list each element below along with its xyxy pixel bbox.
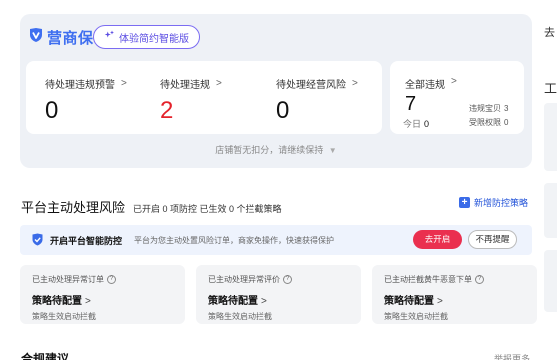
configure-strategy-link[interactable]: 策略待配置 > [208, 292, 267, 307]
help-icon[interactable]: ? [107, 275, 116, 284]
compliance-heading: 合规建议 [21, 352, 70, 360]
risk-overview-panel: 营商保 体验简约智能版 待处理违规预警 > 0 待处理违规 > 2 待处理经营风险 >… [20, 14, 532, 168]
smart-protection-description: 平台为您主动处置风险订单，商家免操作，快速获得保护 [134, 235, 334, 245]
smart-protection-banner: 开启平台智能防控 平台为您主动处置风险订单，商家免操作，快速获得保护 去开启 不… [20, 225, 532, 255]
total-violations-card[interactable]: 全部违规 > 7 今日 0 违规宝贝 3 受限权限 0 [390, 61, 524, 134]
breakdown-value: 0 [504, 118, 509, 127]
strategy-card-title: 已主动处理异常订单 [32, 275, 104, 284]
new-strategy-label: 新增防控策略 [474, 198, 529, 208]
configure-strategy-link[interactable]: 策略待配置 > [384, 292, 443, 307]
chevron-right-icon: > [261, 296, 267, 307]
shield-check-icon [31, 233, 44, 251]
strategy-card-reviews: 已主动处理异常评价? 策略待配置 > 策略生效启动拦截 [196, 265, 361, 324]
stat-business-risk[interactable]: 待处理经营风险 > 0 [276, 76, 358, 125]
more-link[interactable]: 举报更多 [494, 352, 530, 360]
stat-value: 2 [160, 97, 174, 124]
shield-v-icon [28, 27, 44, 48]
strategy-card-note: 策略生效启动拦截 [208, 312, 272, 321]
help-icon[interactable]: ? [475, 275, 484, 284]
caret-down-icon: ▼ [328, 146, 337, 155]
total-value: 7 [405, 93, 417, 115]
configure-strategy-link[interactable]: 策略待配置 > [32, 292, 91, 307]
violation-breakdown: 违规宝贝 3 受限权限 0 [469, 102, 508, 130]
chevron-right-icon: > [352, 78, 358, 89]
chevron-right-icon: > [121, 78, 127, 89]
right-edge-text: 去 [544, 27, 555, 39]
right-card [544, 183, 557, 238]
breakdown-label: 受限权限 [469, 118, 501, 127]
plus-icon: + [459, 197, 470, 208]
right-card [544, 103, 557, 171]
dont-remind-button[interactable]: 不再提醒 [468, 230, 517, 249]
strategy-card-orders: 已主动处理异常订单? 策略待配置 > 策略生效启动拦截 [20, 265, 185, 324]
section-header: 平台主动处理风险 已开启 0 项防控 已生效 0 个拦截策略 [21, 197, 282, 216]
strategy-card-scalpers: 已主动拦截黄牛恶意下单? 策略待配置 > 策略生效启动拦截 [372, 265, 537, 324]
stat-value: 0 [45, 97, 59, 124]
simple-version-label: 体验简约智能版 [119, 33, 189, 45]
enable-button[interactable]: 去开启 [413, 230, 462, 249]
stat-label: 待处理经营风险 [276, 80, 346, 91]
sparkle-icon [104, 30, 115, 44]
stat-value: 0 [276, 97, 290, 124]
stat-violation-warning[interactable]: 待处理违规预警 > 0 [45, 76, 127, 125]
smart-protection-title: 开启平台智能防控 [50, 236, 123, 246]
stat-label: 待处理违规预警 [45, 80, 115, 91]
chevron-right-icon: > [437, 296, 443, 307]
right-card [544, 250, 557, 312]
strategy-card-note: 策略生效启动拦截 [32, 312, 96, 321]
total-label: 全部违规 [405, 80, 445, 91]
strategy-card-title: 已主动处理异常评价 [208, 275, 280, 284]
chevron-right-icon: > [85, 296, 91, 307]
breakdown-value: 3 [504, 104, 509, 113]
strategy-card-note: 策略生效启动拦截 [384, 312, 448, 321]
pending-stats-card: 待处理违规预警 > 0 待处理违规 > 2 待处理经营风险 > 0 [26, 61, 382, 134]
strategy-card-title: 已主动拦截黄牛恶意下单 [384, 275, 472, 284]
today-count: 今日 0 [403, 119, 430, 129]
chevron-right-icon: > [216, 78, 222, 89]
section-title: 平台主动处理风险 [21, 200, 126, 215]
stat-label: 待处理违规 [160, 80, 210, 91]
right-side-panel: 去 工 [544, 0, 557, 360]
stat-violation[interactable]: 待处理违规 > 2 [160, 76, 222, 125]
section-subtitle: 已开启 0 项防控 已生效 0 个拦截策略 [133, 204, 282, 214]
brand-name: 营商保 [47, 30, 94, 47]
brand-logo: 营商保 [28, 27, 94, 48]
right-edge-heading: 工 [544, 81, 557, 96]
breakdown-label: 违规宝贝 [469, 104, 501, 113]
chevron-right-icon: > [451, 76, 457, 87]
simple-version-button[interactable]: 体验简约智能版 [93, 25, 200, 49]
help-icon[interactable]: ? [283, 275, 292, 284]
new-strategy-link[interactable]: + 新增防控策略 [459, 196, 528, 209]
deduct-note[interactable]: 店铺暂无扣分，请继续保持 ▼ [20, 143, 532, 156]
